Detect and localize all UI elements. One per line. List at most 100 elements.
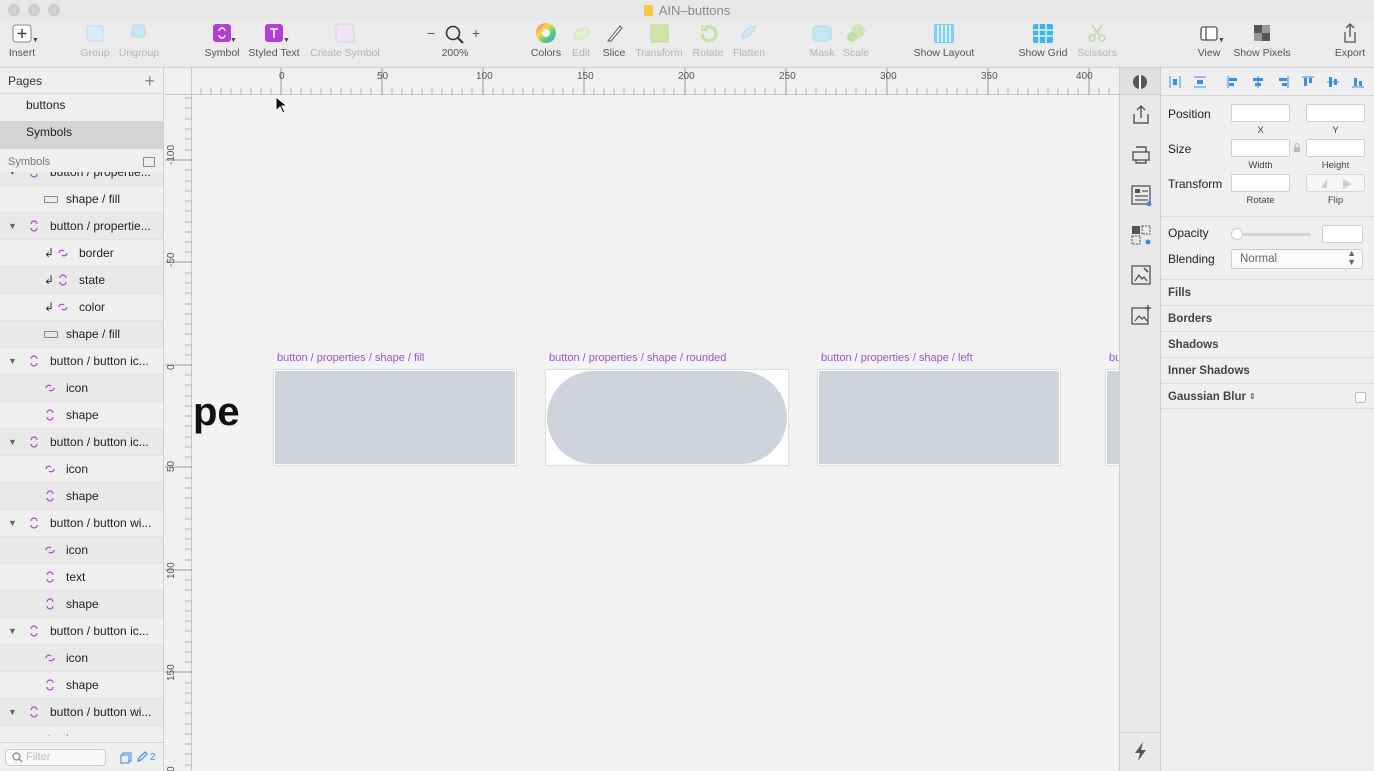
scissors-button[interactable]: Scissors — [1074, 22, 1120, 59]
rotate-button[interactable]: Rotate — [690, 22, 726, 59]
blur-type-stepper-icon[interactable]: ⇕ — [1249, 384, 1256, 410]
zoom-out-button[interactable]: − — [427, 25, 435, 41]
layer-row[interactable]: ▼ button / button ic... — [0, 429, 163, 456]
layer-row[interactable]: icon — [0, 645, 163, 672]
disclosure-triangle-icon[interactable]: ▼ — [8, 510, 17, 537]
layer-row[interactable]: text — [0, 564, 163, 591]
edit-button[interactable]: Edit — [569, 22, 593, 59]
component-icon[interactable] — [1130, 224, 1152, 246]
fills-section[interactable]: Fills — [1161, 279, 1374, 305]
artboard-title[interactable]: button / properties / shape / left — [821, 352, 973, 364]
page-item-buttons[interactable]: buttons — [0, 94, 163, 121]
layer-row[interactable]: ▼ button / button wi... — [0, 510, 163, 537]
image-edit-icon[interactable] — [1130, 264, 1152, 286]
layer-row[interactable]: ▼ button / button ic... — [0, 348, 163, 375]
left-shape-rectangle[interactable] — [819, 371, 1059, 464]
close-window-button[interactable] — [8, 4, 20, 16]
pencil-icon[interactable] — [136, 751, 148, 763]
width-field[interactable] — [1231, 139, 1290, 157]
list-layout-icon[interactable] — [1130, 184, 1152, 206]
layer-row[interactable]: ▼ button / propertie... — [0, 213, 163, 240]
shadows-section[interactable]: Shadows — [1161, 331, 1374, 357]
disclosure-triangle-icon[interactable]: ▼ — [8, 699, 17, 726]
disclosure-triangle-icon[interactable]: ▼ — [8, 172, 17, 186]
canvas[interactable]: 0 50 100 150 200 250 300 350 400 -100 -5… — [165, 68, 1119, 771]
disclosure-triangle-icon[interactable]: ▼ — [8, 618, 17, 645]
show-grid-button[interactable]: Show Grid — [1016, 22, 1070, 59]
gaussian-blur-checkbox[interactable] — [1355, 392, 1366, 403]
layer-row[interactable]: icon — [0, 375, 163, 402]
view-button[interactable]: View ▼ — [1194, 22, 1225, 59]
flatten-button[interactable]: Flatten — [731, 22, 767, 59]
disclosure-triangle-icon[interactable]: ▼ — [8, 213, 17, 240]
layer-row[interactable]: icon — [0, 456, 163, 483]
flip-horizontal-icon[interactable] — [1321, 179, 1327, 188]
align-bottom-icon[interactable] — [1352, 76, 1364, 88]
align-center-icon[interactable] — [1252, 76, 1264, 88]
group-button[interactable]: Group — [78, 22, 112, 59]
opacity-slider-knob[interactable] — [1231, 228, 1243, 240]
disclosure-triangle-icon[interactable]: ▼ — [8, 429, 17, 456]
artboard-partial[interactable] — [1105, 369, 1119, 466]
position-x-field[interactable] — [1231, 104, 1290, 122]
layer-row[interactable]: shape — [0, 483, 163, 510]
flip-vertical-icon[interactable] — [1343, 179, 1352, 189]
artboard-shape-rounded[interactable] — [545, 369, 789, 466]
slice-button[interactable]: Slice — [600, 22, 628, 59]
blending-select[interactable]: Normal ▲ ▼ — [1231, 249, 1363, 269]
align-top-icon[interactable] — [1302, 76, 1314, 88]
artboard-text-fragment[interactable]: pe — [193, 390, 240, 435]
layer-row[interactable]: shape — [0, 591, 163, 618]
layer-row[interactable]: shape / fill — [0, 321, 163, 348]
create-symbol-button[interactable]: Create Symbol — [309, 22, 381, 59]
position-y-field[interactable] — [1306, 104, 1365, 122]
layer-row[interactable]: ↲ state — [0, 267, 163, 294]
mask-button[interactable]: Mask — [808, 22, 836, 59]
minimize-window-button[interactable] — [28, 4, 40, 16]
artboard-title[interactable]: button / properties / shape / rounded — [549, 352, 726, 364]
collapse-layers-icon[interactable] — [143, 157, 155, 167]
opacity-slider[interactable] — [1235, 233, 1311, 236]
insert-button[interactable]: Insert ▼ — [6, 22, 39, 59]
export-button[interactable]: Export — [1332, 22, 1368, 59]
rounded-pill-shape[interactable] — [547, 371, 787, 464]
symbols-filter-icon[interactable] — [120, 752, 132, 764]
filter-input[interactable]: Filter — [5, 749, 106, 766]
shape-fill-rectangle[interactable] — [275, 371, 515, 464]
zoom-in-button[interactable]: + — [472, 25, 480, 41]
add-image-icon[interactable] — [1130, 304, 1152, 326]
mirror-icon[interactable] — [1132, 74, 1148, 90]
opacity-field[interactable] — [1322, 225, 1363, 243]
scale-button[interactable]: Scale — [842, 22, 870, 59]
gaussian-blur-section[interactable]: Gaussian Blur ⇕ — [1161, 383, 1374, 409]
distribute-vertical-icon[interactable] — [1194, 76, 1206, 88]
layer-row[interactable]: shape / fill — [0, 186, 163, 213]
transform-button[interactable]: Transform — [633, 22, 685, 59]
page-item-symbols[interactable]: Symbols — [0, 121, 163, 148]
layer-row[interactable]: ▼ button / button ic... — [0, 618, 163, 645]
layer-row[interactable]: ▼ button / button wi... — [0, 699, 163, 726]
horizontal-ruler[interactable]: 0 50 100 150 200 250 300 350 400 — [192, 68, 1119, 95]
inner-shadows-section[interactable]: Inner Shadows — [1161, 357, 1374, 383]
rotate-field[interactable] — [1231, 174, 1290, 192]
distribute-horizontal-icon[interactable] — [1169, 76, 1181, 88]
show-pixels-button[interactable]: Show Pixels — [1232, 22, 1292, 59]
layer-row[interactable]: ↲ border — [0, 240, 163, 267]
lightning-icon[interactable] — [1130, 740, 1152, 762]
artboard-shape-fill[interactable] — [273, 369, 517, 466]
layer-row[interactable]: shape — [0, 672, 163, 699]
layer-row[interactable]: ↲ color — [0, 294, 163, 321]
layer-row[interactable]: ▼ button / propertie... — [0, 172, 163, 186]
colors-button[interactable]: Colors — [528, 22, 564, 59]
height-field[interactable] — [1306, 139, 1365, 157]
symbol-button[interactable]: Symbol ▼ — [202, 22, 242, 59]
show-layout-button[interactable]: Show Layout — [910, 22, 978, 59]
align-left-icon[interactable] — [1227, 76, 1239, 88]
artboard-title[interactable]: bu — [1109, 352, 1119, 364]
layer-row[interactable]: icon — [0, 726, 163, 736]
layer-row[interactable]: icon — [0, 537, 163, 564]
styled-text-button[interactable]: Styled Text ▼ — [246, 22, 302, 59]
layer-row[interactable]: shape — [0, 402, 163, 429]
upload-icon[interactable] — [1130, 104, 1152, 126]
partial-shape-rectangle[interactable] — [1107, 371, 1119, 464]
